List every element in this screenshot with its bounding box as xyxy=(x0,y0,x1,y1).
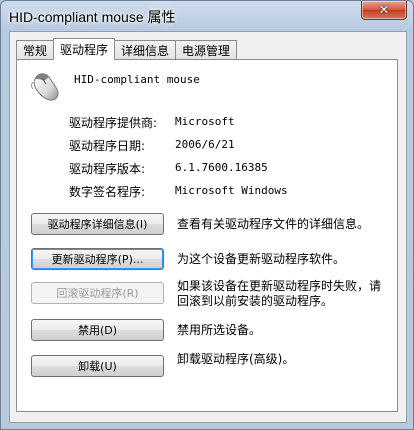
close-icon: ✕ xyxy=(378,2,390,18)
driver-date-label: 驱动程序日期: xyxy=(69,139,146,153)
driver-date-value: 2006/6/21 xyxy=(175,138,235,151)
title-bar[interactable]: HID-compliant mouse 属性 ✕ xyxy=(1,1,413,31)
driver-tab-panel: HID-compliant mouse 驱动程序提供商: Microsoft 驱… xyxy=(16,59,398,412)
tab-driver[interactable]: 驱动程序 xyxy=(53,38,116,60)
rollback-driver-button[interactable]: 回滚驱动程序(R) xyxy=(31,282,164,304)
digital-signer-label: 数字签名程序: xyxy=(69,185,146,199)
close-button[interactable]: ✕ xyxy=(361,1,407,20)
driver-provider-label: 驱动程序提供商: xyxy=(69,116,158,130)
rollback-driver-description: 如果该设备在更新驱动程序时失败，请回滚到以前安装的驱动程序。 xyxy=(177,279,382,308)
uninstall-button[interactable]: 卸载(U) xyxy=(31,355,164,377)
disable-description: 禁用所选设备。 xyxy=(177,323,262,337)
properties-window: HID-compliant mouse 属性 ✕ 常规 驱动程序 详细信息 电源… xyxy=(0,0,414,430)
mouse-icon xyxy=(31,73,59,101)
driver-details-description: 查看有关驱动程序文件的详细信息。 xyxy=(177,217,370,231)
uninstall-description: 卸载驱动程序(高级)。 xyxy=(177,352,295,366)
tab-power-management[interactable]: 电源管理 xyxy=(175,40,238,59)
digital-signer-value: Microsoft Windows xyxy=(175,184,288,197)
driver-details-button[interactable]: 驱动程序详细信息(I) xyxy=(31,213,164,235)
tab-strip: 常规 驱动程序 详细信息 电源管理 xyxy=(16,38,238,60)
tab-details[interactable]: 详细信息 xyxy=(114,40,177,59)
dialog-client-area: 常规 驱动程序 详细信息 电源管理 HID-compliant mouse 驱动… xyxy=(9,31,407,423)
driver-version-label: 驱动程序版本: xyxy=(69,162,146,176)
window-title: HID-compliant mouse 属性 xyxy=(9,9,176,25)
update-driver-description: 为这个设备更新驱动程序软件。 xyxy=(177,252,346,266)
update-driver-button[interactable]: 更新驱动程序(P)... xyxy=(31,248,164,270)
disable-button[interactable]: 禁用(D) xyxy=(31,319,164,341)
driver-provider-value: Microsoft xyxy=(175,115,235,128)
driver-version-value: 6.1.7600.16385 xyxy=(175,161,268,174)
device-name: HID-compliant mouse xyxy=(74,73,200,86)
tab-general[interactable]: 常规 xyxy=(16,40,55,59)
